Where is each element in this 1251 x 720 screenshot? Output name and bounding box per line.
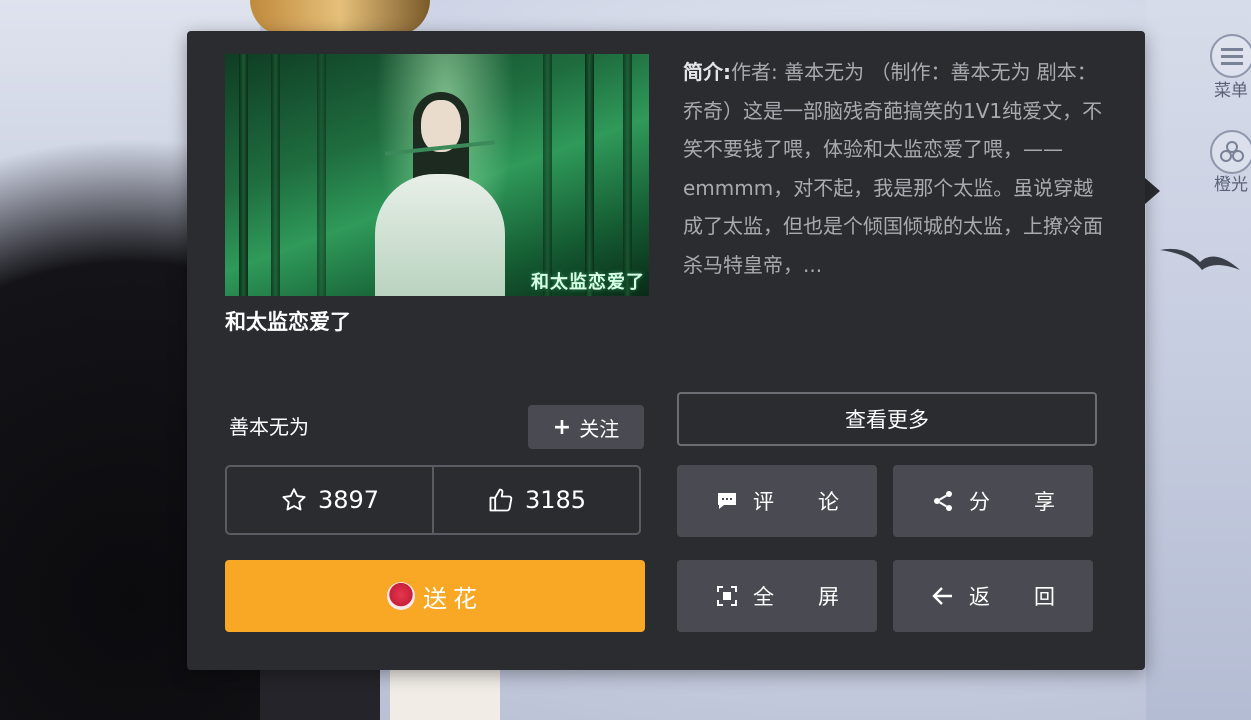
send-flower-label: 送花	[423, 584, 483, 613]
book-cover-image[interactable]: 和太监恋爱了	[225, 54, 649, 296]
comment-button[interactable]: 评论	[677, 465, 877, 537]
orange-light-button[interactable]	[1210, 130, 1251, 174]
book-info-card: 和太监恋爱了 和太监恋爱了 简介:作者: 善本无为 （制作：善本无为 剧本：乔奇…	[187, 31, 1145, 670]
share-icon	[934, 491, 952, 511]
character-robe	[375, 174, 505, 296]
follow-label: 关注	[579, 416, 620, 441]
bamboo-stalk	[623, 54, 632, 296]
thumbs-up-icon	[489, 488, 513, 512]
back-button[interactable]: 返回	[893, 560, 1093, 632]
star-icon	[282, 488, 306, 511]
see-more-button[interactable]: 查看更多	[677, 392, 1097, 446]
bamboo-stalk	[239, 54, 248, 296]
bamboo-stalk	[543, 54, 552, 296]
flower-icon	[387, 582, 415, 610]
fullscreen-icon	[717, 586, 737, 606]
comment-label: 评论	[753, 490, 883, 514]
author-name[interactable]: 善本无为	[229, 411, 309, 440]
follow-button[interactable]: + 关注	[528, 405, 644, 449]
arrow-left-icon	[932, 587, 952, 605]
cover-title-text: 和太监恋爱了	[531, 272, 645, 293]
like-button[interactable]: 3185	[432, 467, 639, 533]
like-count: 3185	[524, 486, 587, 514]
back-label: 返回	[969, 585, 1099, 609]
menu-button[interactable]	[1210, 34, 1251, 78]
favorite-button[interactable]: 3897	[227, 467, 432, 533]
favorite-count: 3897	[317, 486, 380, 514]
orange-light-label: 橙光	[1214, 175, 1248, 195]
fullscreen-label: 全屏	[753, 585, 883, 609]
menu-icon	[1221, 48, 1243, 65]
plus-icon: +	[552, 414, 572, 440]
comment-icon	[718, 493, 736, 509]
bamboo-stalk	[271, 54, 280, 296]
book-title: 和太监恋爱了	[225, 310, 351, 334]
bamboo-stalk	[317, 54, 326, 296]
card-pointer	[1145, 178, 1160, 204]
share-label: 分享	[969, 490, 1099, 514]
flower-logo-icon	[1220, 141, 1244, 162]
menu-label: 菜单	[1214, 81, 1248, 101]
bird-decoration	[1160, 248, 1240, 270]
send-flower-button[interactable]: 送花	[225, 560, 645, 632]
share-button[interactable]: 分享	[893, 465, 1093, 537]
bamboo-stalk	[585, 54, 594, 296]
background-art-right	[1146, 0, 1251, 720]
fullscreen-button[interactable]: 全屏	[677, 560, 877, 632]
synopsis-text: 作者: 善本无为 （制作：善本无为 剧本：乔奇）这是一部脑残奇葩搞笑的1V1纯爱…	[683, 60, 1103, 277]
stats-box: 3897 3185	[225, 465, 641, 535]
synopsis-label: 简介:	[683, 60, 731, 84]
synopsis: 简介:作者: 善本无为 （制作：善本无为 剧本：乔奇）这是一部脑残奇葩搞笑的1V…	[683, 53, 1113, 284]
